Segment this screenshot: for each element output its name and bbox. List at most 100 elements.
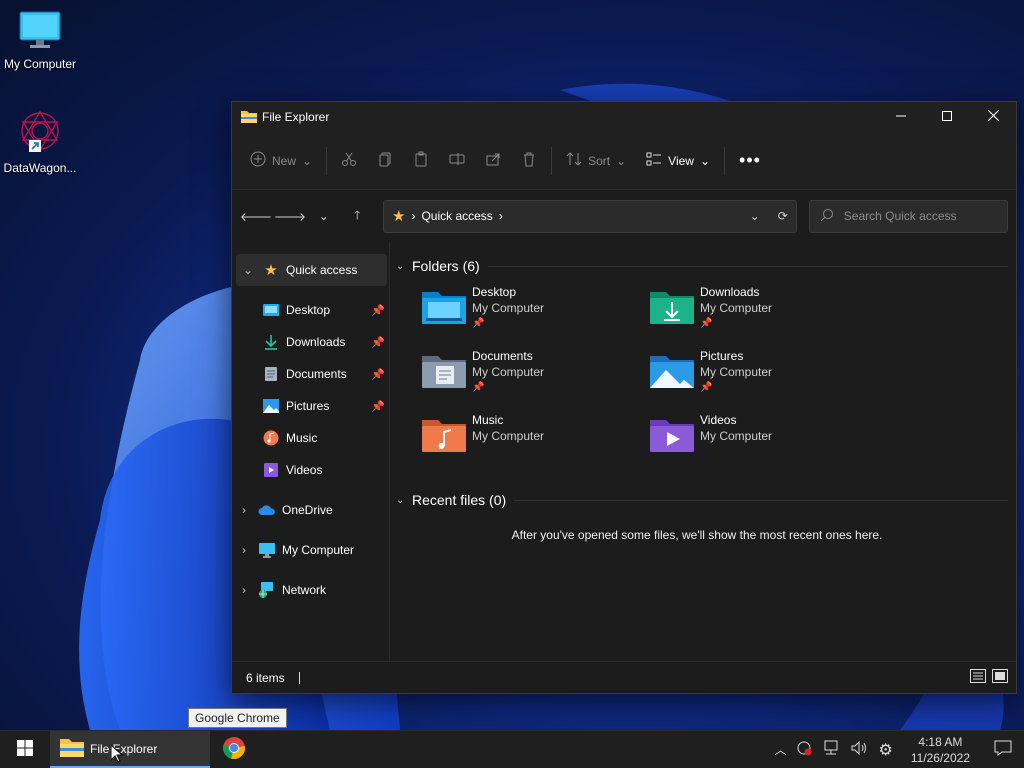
nav-item-downloads[interactable]: Downloads 📌 bbox=[232, 326, 389, 358]
folder-tile-videos[interactable]: Videos My Computer bbox=[646, 412, 874, 464]
desktop-folder-icon bbox=[422, 288, 466, 336]
nav-item-music[interactable]: Music bbox=[232, 422, 389, 454]
folder-tile-downloads[interactable]: Downloads My Computer 📌 bbox=[646, 284, 874, 336]
sort-button[interactable]: Sort ⌄ bbox=[556, 145, 636, 177]
minimize-button[interactable] bbox=[878, 102, 924, 132]
nav-item-label: OneDrive bbox=[282, 503, 333, 517]
status-bar: 6 items bbox=[232, 661, 1016, 693]
folder-name: Documents bbox=[472, 349, 533, 363]
nav-item-network[interactable]: › Network bbox=[232, 574, 389, 606]
copy-button[interactable] bbox=[367, 145, 403, 177]
cut-button[interactable] bbox=[331, 145, 367, 177]
desktop-icon-label: DataWagon... bbox=[3, 161, 77, 175]
monitor-icon bbox=[18, 11, 62, 53]
search-input[interactable] bbox=[843, 209, 994, 223]
title-bar[interactable]: File Explorer bbox=[232, 102, 1016, 132]
large-icons-view-button[interactable] bbox=[992, 669, 1008, 686]
forward-button[interactable]: 🡒 bbox=[274, 200, 306, 232]
folder-tile-music[interactable]: Music My Computer bbox=[418, 412, 646, 464]
pin-icon: 📌 bbox=[371, 400, 385, 413]
sort-icon bbox=[566, 151, 582, 170]
paste-button[interactable] bbox=[403, 145, 439, 177]
volume-icon[interactable] bbox=[850, 740, 868, 759]
folder-tile-pictures[interactable]: Pictures My Computer 📌 bbox=[646, 348, 874, 400]
desktop-icon-my-computer[interactable]: My Computer bbox=[0, 10, 80, 71]
mouse-cursor-icon bbox=[110, 743, 124, 766]
rename-button[interactable] bbox=[439, 145, 475, 177]
address-bar[interactable]: ★ › Quick access › ⌄ ⟳ bbox=[383, 199, 797, 233]
maximize-button[interactable] bbox=[924, 102, 970, 132]
desktop-icon-label: My Computer bbox=[3, 57, 77, 71]
chevron-right-icon[interactable]: › bbox=[236, 543, 252, 557]
chevron-down-icon: ⌄ bbox=[699, 153, 711, 168]
nav-item-label: Documents bbox=[286, 367, 347, 381]
breadcrumb-quick-access[interactable]: Quick access bbox=[421, 209, 492, 223]
show-hidden-icons-button[interactable]: ︿ bbox=[774, 741, 786, 758]
desktop-folder-icon bbox=[262, 301, 280, 319]
refresh-button[interactable]: ⟳ bbox=[778, 209, 788, 223]
file-explorer-window: File Explorer New ⌄ Sort ⌄ View ⌄ ••• 🡐 … bbox=[231, 101, 1017, 694]
downloads-folder-icon bbox=[650, 288, 694, 336]
new-button[interactable]: New ⌄ bbox=[240, 145, 322, 177]
clock[interactable]: 4:18 AM 11/26/2022 bbox=[911, 734, 970, 766]
desktop-icon-datawagon[interactable]: DataWagon... bbox=[0, 108, 80, 175]
address-history-button[interactable]: ⌄ bbox=[750, 209, 760, 223]
folder-name: Music bbox=[472, 413, 504, 427]
recent-section-title: Recent files (0) bbox=[412, 492, 507, 508]
nav-item-onedrive[interactable]: › OneDrive bbox=[232, 494, 389, 526]
divider bbox=[487, 265, 1008, 267]
nav-item-desktop[interactable]: Desktop 📌 bbox=[232, 294, 389, 326]
taskbar-file-explorer[interactable]: File Explorer bbox=[50, 731, 210, 768]
explorer-body: ⌄ ★ Quick access Desktop 📌 Downloads 📌 D… bbox=[232, 242, 1016, 661]
nav-item-pictures[interactable]: Pictures 📌 bbox=[232, 390, 389, 422]
folder-location: My Computer bbox=[472, 301, 545, 315]
taskbar-google-chrome[interactable] bbox=[210, 731, 258, 768]
close-icon bbox=[987, 109, 999, 124]
up-button[interactable]: 🡑 bbox=[342, 200, 374, 232]
close-button[interactable] bbox=[970, 102, 1016, 132]
refresh-icon: ⟳ bbox=[777, 209, 788, 223]
more-options-button[interactable]: ••• bbox=[729, 145, 771, 177]
monitor-icon bbox=[258, 541, 276, 559]
nav-item-quick-access[interactable]: ⌄ ★ Quick access bbox=[236, 254, 387, 286]
folder-tile-desktop[interactable]: Desktop My Computer 📌 bbox=[418, 284, 646, 336]
copy-icon bbox=[377, 151, 393, 170]
pin-icon: 📌 bbox=[472, 318, 485, 329]
view-button[interactable]: View ⌄ bbox=[636, 145, 720, 177]
folders-section-title: Folders (6) bbox=[412, 258, 480, 274]
nav-item-label: Pictures bbox=[286, 399, 330, 413]
chevron-down-icon[interactable]: ⌄ bbox=[240, 263, 256, 277]
chevron-right-icon[interactable]: › bbox=[236, 503, 252, 517]
folder-location: My Computer bbox=[700, 429, 773, 443]
search-box[interactable] bbox=[808, 199, 1008, 233]
chevron-right-icon[interactable]: › bbox=[236, 583, 252, 597]
chevron-down-icon: ⌄ bbox=[396, 494, 405, 506]
folder-name: Videos bbox=[700, 413, 737, 427]
settings-gear-icon[interactable]: ⚙ bbox=[878, 740, 892, 760]
item-count: 6 items bbox=[246, 670, 285, 685]
nav-item-videos[interactable]: Videos bbox=[232, 454, 389, 486]
folder-tile-documents[interactable]: Documents My Computer 📌 bbox=[418, 348, 646, 400]
nav-item-my-computer[interactable]: › My Computer bbox=[232, 534, 389, 566]
recent-section-header[interactable]: ⌄ Recent files (0) bbox=[396, 488, 1008, 512]
network-status-icon[interactable] bbox=[822, 740, 840, 759]
share-button[interactable] bbox=[475, 145, 511, 177]
details-view-button[interactable] bbox=[970, 669, 986, 686]
start-button[interactable] bbox=[0, 731, 50, 768]
delete-button[interactable] bbox=[511, 145, 547, 177]
clock-time: 4:18 AM bbox=[918, 734, 963, 749]
videos-icon bbox=[262, 461, 280, 479]
notifications-button[interactable] bbox=[988, 740, 1018, 759]
divider bbox=[551, 146, 553, 175]
folders-grid: Desktop My Computer 📌 Downloads My Compu… bbox=[418, 284, 1008, 464]
chevron-down-icon: ⌄ bbox=[749, 209, 760, 223]
folders-section-header[interactable]: ⌄ Folders (6) bbox=[396, 254, 1008, 278]
nav-item-documents[interactable]: Documents 📌 bbox=[232, 358, 389, 390]
folder-location: My Computer bbox=[700, 365, 773, 379]
divider bbox=[724, 146, 726, 175]
chrome-icon bbox=[222, 736, 246, 763]
recent-locations-button[interactable]: ⌄ bbox=[308, 200, 340, 232]
back-button[interactable]: 🡐 bbox=[240, 200, 272, 232]
pin-icon: 📌 bbox=[472, 382, 485, 393]
sync-status-icon[interactable] bbox=[796, 740, 812, 759]
